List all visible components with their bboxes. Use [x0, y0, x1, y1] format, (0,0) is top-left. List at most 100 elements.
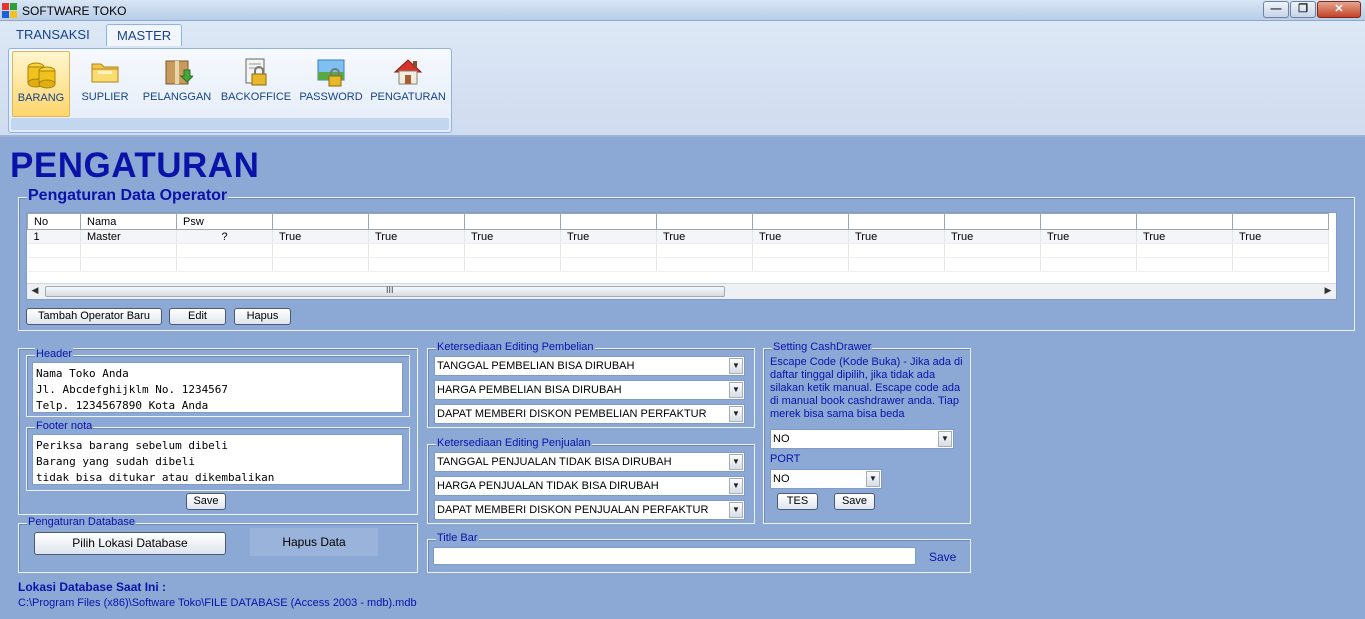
titlebar-legend: Title Bar: [436, 532, 479, 544]
sales-discount-select[interactable]: DAPAT MEMBERI DISKON PENJUALAN PERFAKTUR…: [434, 500, 745, 520]
test-cashdrawer-button[interactable]: TES: [777, 493, 818, 510]
coins-icon: [27, 62, 56, 89]
table-cell: True: [272, 229, 369, 244]
header-textarea[interactable]: Nama Toko Anda Jl. Abcdefghijklm No. 123…: [32, 362, 403, 413]
chevron-down-icon: ▼: [729, 358, 743, 374]
house-icon: [393, 59, 423, 85]
chevron-down-icon: ▼: [938, 431, 952, 447]
select-value: HARGA PEMBELIAN BISA DIRUBAH: [437, 384, 622, 396]
table-cell: True: [464, 229, 561, 244]
operator-grid[interactable]: No Nama Psw 1 Master ? True True True Tr…: [26, 212, 1337, 300]
restore-icon: ❐: [1298, 3, 1308, 15]
window-title: SOFTWARE TOKO: [22, 4, 127, 18]
table-row[interactable]: 1 Master ? True True True True True True…: [27, 229, 1329, 244]
ribbon-panel-footer: [11, 118, 449, 130]
tab-master[interactable]: MASTER: [106, 24, 183, 46]
table-row-empty: [27, 243, 1329, 258]
table-cell: True: [1136, 229, 1233, 244]
save-cashdrawer-button[interactable]: Save: [834, 493, 875, 510]
choose-database-button[interactable]: Pilih Lokasi Database: [34, 532, 226, 555]
table-cell: True: [1040, 229, 1137, 244]
select-value: DAPAT MEMBERI DISKON PENJUALAN PERFAKTUR: [437, 504, 709, 516]
folder-icon: [91, 63, 119, 83]
ribbon-label-barang: BARANG: [17, 92, 65, 104]
ribbon-panel-master: BARANG SUPLIER PELANGGAN BACKOFFICE PASS…: [8, 48, 452, 133]
ribbon-label-password: PASSWORD: [299, 91, 363, 103]
sales-price-select[interactable]: HARGA PENJUALAN TIDAK BISA DIRUBAH ▼: [434, 476, 745, 496]
tab-transaksi[interactable]: TRANSAKSI: [6, 24, 100, 46]
add-operator-button[interactable]: Tambah Operator Baru: [26, 308, 162, 325]
column-header[interactable]: [848, 213, 945, 230]
port-select[interactable]: NO ▼: [770, 469, 882, 489]
table-cell: True: [848, 229, 945, 244]
select-value: HARGA PENJUALAN TIDAK BISA DIRUBAH: [437, 480, 659, 492]
column-header[interactable]: [752, 213, 849, 230]
table-row-empty: [27, 257, 1329, 272]
delete-data-button[interactable]: Hapus Data: [250, 528, 378, 556]
close-icon: ✕: [1334, 3, 1344, 15]
maximize-button[interactable]: ❐: [1290, 1, 1316, 18]
chevron-down-icon: ▼: [866, 471, 880, 487]
ribbon-button-pengaturan[interactable]: PENGATURAN: [368, 51, 448, 117]
ribbon-label-backoffice: BACKOFFICE: [220, 91, 292, 103]
operator-table: No Nama Psw 1 Master ? True True True Tr…: [27, 213, 1329, 272]
column-header[interactable]: Nama: [80, 213, 177, 230]
save-titlebar-button[interactable]: Save: [929, 550, 956, 564]
chevron-down-icon: ▼: [729, 478, 743, 494]
sales-legend: Ketersediaan Editing Penjualan: [436, 437, 592, 449]
horizontal-scrollbar[interactable]: ◀ III ▶: [27, 283, 1336, 299]
table-cell: ?: [176, 229, 273, 244]
column-header[interactable]: [656, 213, 753, 230]
column-header[interactable]: [272, 213, 369, 230]
footer-textarea[interactable]: Periksa barang sebelum dibeli Barang yan…: [32, 434, 403, 485]
purchase-legend: Ketersediaan Editing Pembelian: [436, 341, 595, 353]
ribbon-button-pelanggan[interactable]: PELANGGAN: [141, 51, 213, 117]
column-header[interactable]: No: [27, 213, 81, 230]
save-header-button[interactable]: Save: [186, 493, 226, 510]
ribbon-label-pelanggan: PELANGGAN: [142, 91, 212, 103]
header-legend: Header: [35, 348, 74, 360]
cashdrawer-legend: Setting CashDrawer: [772, 341, 873, 353]
ribbon-button-password[interactable]: PASSWORD: [298, 51, 364, 117]
table-cell: 1: [27, 229, 81, 244]
column-header[interactable]: [1136, 213, 1233, 230]
sales-date-select[interactable]: TANGGAL PENJUALAN TIDAK BISA DIRUBAH ▼: [434, 452, 745, 472]
column-header[interactable]: [560, 213, 657, 230]
scroll-left-icon[interactable]: ◀: [28, 285, 42, 296]
purchase-date-select[interactable]: TANGGAL PEMBELIAN BISA DIRUBAH ▼: [434, 356, 745, 376]
footer-legend: Footer nota: [35, 420, 94, 432]
ribbon-button-backoffice[interactable]: BACKOFFICE: [218, 51, 294, 117]
table-cell: True: [368, 229, 465, 244]
delete-operator-button[interactable]: Hapus: [234, 308, 291, 325]
column-header[interactable]: Psw: [176, 213, 273, 230]
purchase-discount-select[interactable]: DAPAT MEMBERI DISKON PEMBELIAN PERFAKTUR…: [434, 404, 745, 424]
titlebar-input[interactable]: [433, 547, 916, 565]
escape-code-select[interactable]: NO ▼: [770, 429, 954, 449]
box-icon: [165, 60, 193, 85]
ribbon-button-barang[interactable]: BARANG: [12, 51, 70, 117]
scrollbar-thumb[interactable]: III: [45, 285, 725, 297]
window-titlebar: SOFTWARE TOKO — ❐ ✕: [0, 0, 1365, 21]
column-header[interactable]: [1232, 213, 1329, 230]
minimize-icon: —: [1270, 3, 1282, 15]
column-header[interactable]: [944, 213, 1041, 230]
column-header[interactable]: [1040, 213, 1137, 230]
purchase-price-select[interactable]: HARGA PEMBELIAN BISA DIRUBAH ▼: [434, 380, 745, 400]
chevron-down-icon: ▼: [729, 502, 743, 518]
table-cell: True: [944, 229, 1041, 244]
select-value: DAPAT MEMBERI DISKON PEMBELIAN PERFAKTUR: [437, 408, 707, 420]
column-header[interactable]: [368, 213, 465, 230]
select-value: TANGGAL PEMBELIAN BISA DIRUBAH: [437, 360, 635, 372]
ribbon-button-suplier[interactable]: SUPLIER: [76, 51, 134, 117]
select-value: TANGGAL PENJUALAN TIDAK BISA DIRUBAH: [437, 456, 672, 468]
ribbon-label-pengaturan: PENGATURAN: [370, 91, 446, 103]
close-button[interactable]: ✕: [1317, 1, 1361, 18]
edit-operator-button[interactable]: Edit: [169, 308, 226, 325]
table-cell: True: [656, 229, 753, 244]
column-header[interactable]: [464, 213, 561, 230]
table-header-row: No Nama Psw: [27, 213, 1329, 230]
cashdrawer-description: Escape Code (Kode Buka) - Jika ada di da…: [770, 356, 963, 420]
lock-document-icon: [245, 58, 267, 86]
scroll-right-icon[interactable]: ▶: [1321, 285, 1335, 296]
minimize-button[interactable]: —: [1263, 1, 1289, 18]
